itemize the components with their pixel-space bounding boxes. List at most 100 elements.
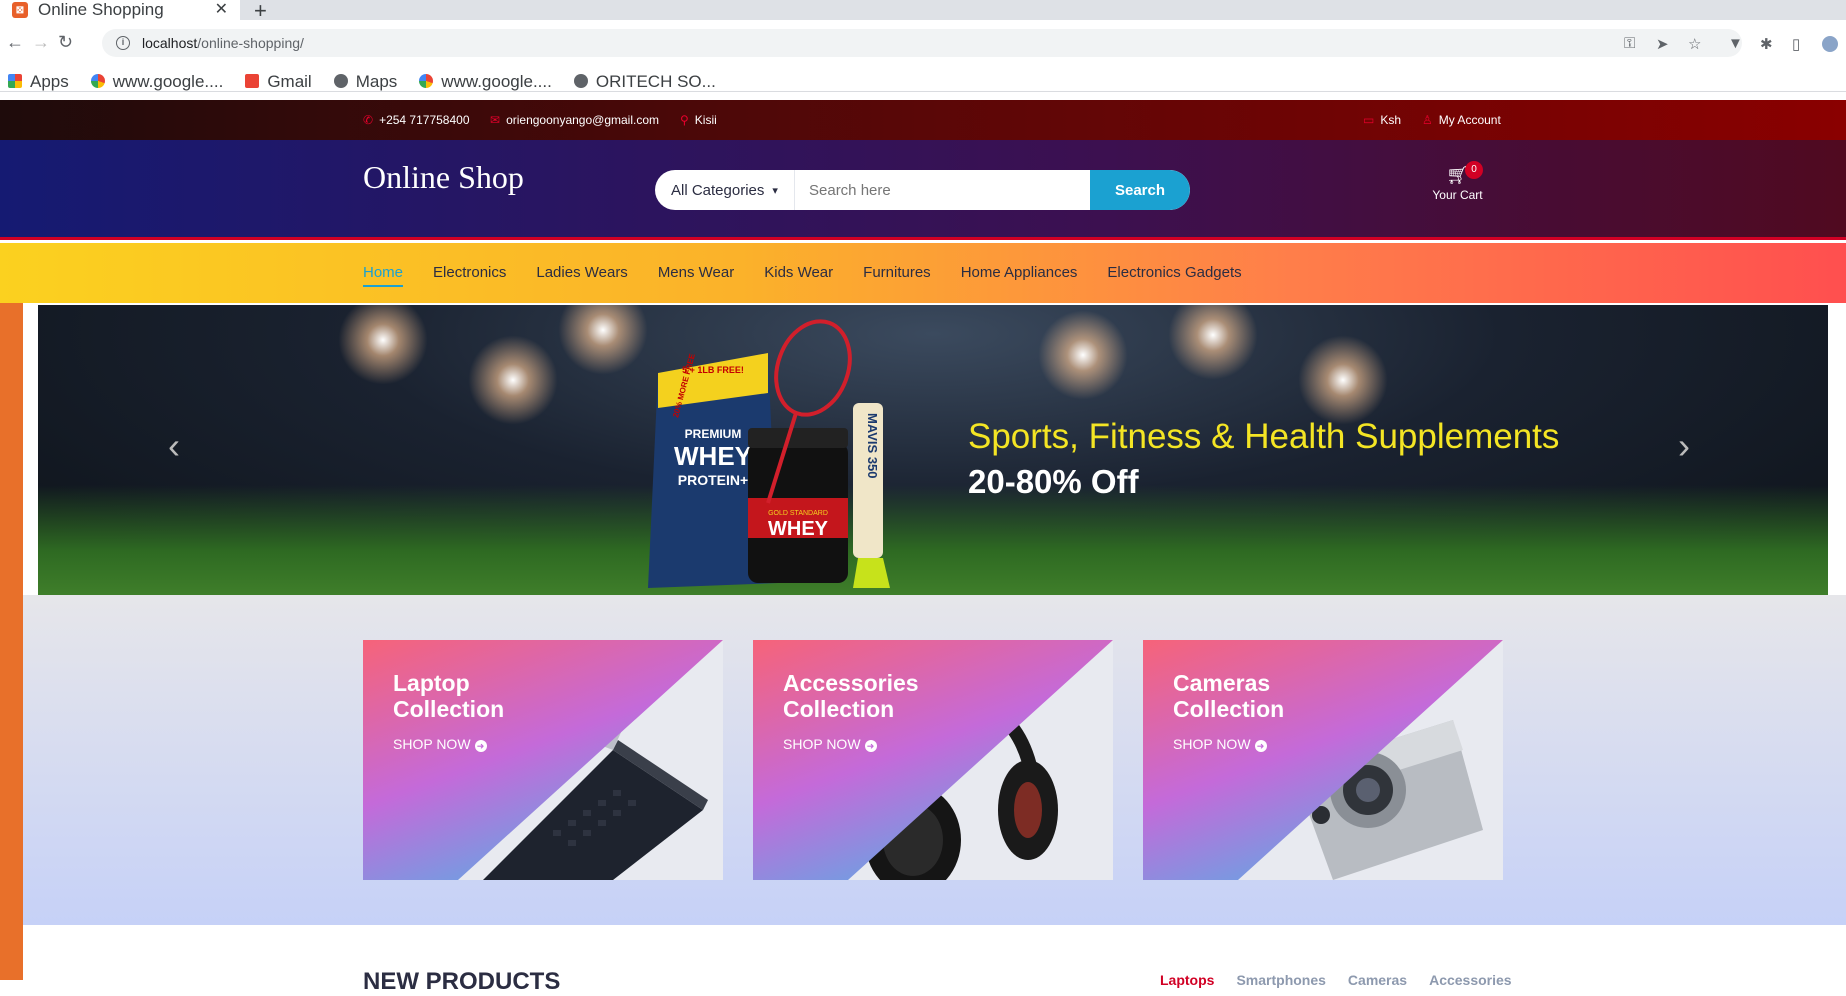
puzzle-icon[interactable]: ✱ xyxy=(1760,35,1773,53)
bookmark-google-1[interactable]: www.google.... xyxy=(90,72,224,92)
cart-button[interactable]: 🛒︎ 0 Your Cart xyxy=(1425,161,1490,202)
currency-link[interactable]: ▭ Ksh xyxy=(1363,113,1401,127)
envelope-icon: ✉ xyxy=(490,113,501,127)
arrow-circle-right-icon: ➜ xyxy=(1254,740,1267,752)
bookmark-label: Apps xyxy=(30,72,69,91)
profile-avatar[interactable] xyxy=(1822,36,1838,52)
money-icon: ▭ xyxy=(1363,113,1375,127)
product-label-mavis: MAVIS 350 xyxy=(865,413,880,479)
new-products-title: NEW PRODUCTS xyxy=(363,968,561,995)
tab-laptops[interactable]: Laptops xyxy=(1160,972,1214,988)
carousel-next-icon[interactable]: › xyxy=(1678,425,1690,467)
bookmark-gmail[interactable]: Gmail xyxy=(245,72,312,92)
bookmark-label: Gmail xyxy=(267,72,312,91)
map-marker-icon: ⚲ xyxy=(680,113,689,127)
product-label-whey-2: WHEY xyxy=(768,518,829,540)
carousel-prev-icon[interactable]: ‹ xyxy=(168,425,180,467)
product-label-gold: GOLD STANDARD xyxy=(768,510,828,517)
user-icon: ♙ xyxy=(1422,113,1433,127)
bookmark-label: www.google.... xyxy=(441,72,552,91)
search-input[interactable] xyxy=(795,170,1090,210)
main-navigation: Home Electronics Ladies Wears Mens Wear … xyxy=(0,243,1846,303)
nav-item-home-appliances[interactable]: Home Appliances xyxy=(961,264,1078,287)
forward-icon[interactable]: → xyxy=(32,32,50,53)
globe-icon xyxy=(573,74,588,88)
account-link[interactable]: ♙ My Account xyxy=(1422,113,1501,127)
hero-banner: 5 + 1LB FREE! 20% MORE FREE PREMIUM WHEY… xyxy=(38,305,1828,595)
collection-title: Laptop Collection xyxy=(393,670,504,722)
key-icon[interactable]: ⚿ xyxy=(1624,35,1635,52)
tab-cameras[interactable]: Cameras xyxy=(1348,972,1407,988)
email-text: oriengoonyango@gmail.com xyxy=(506,113,659,127)
collection-title: Accessories Collection xyxy=(783,670,919,722)
collection-card-cameras[interactable]: Cameras Collection SHOP NOW ➜ xyxy=(1143,640,1503,880)
nav-item-ladies-wears[interactable]: Ladies Wears xyxy=(536,264,627,287)
collection-title: Cameras Collection xyxy=(1173,670,1284,722)
bookmark-oritech[interactable]: ORITECH SO... xyxy=(573,72,716,92)
star-icon[interactable]: ☆ xyxy=(1688,35,1701,53)
stadium-light xyxy=(1298,335,1388,425)
gmail-icon xyxy=(245,74,260,88)
arrow-circle-right-icon: ➜ xyxy=(864,740,877,752)
location-link[interactable]: ⚲ Kisii xyxy=(680,113,717,127)
stadium-light xyxy=(338,305,428,385)
browser-toolbar: ← → ↻ i localhost/online-shopping/ ⚿ ➤ ☆… xyxy=(0,20,1846,92)
grass-field xyxy=(38,485,1828,595)
nav-item-mens-wear[interactable]: Mens Wear xyxy=(658,264,734,287)
product-category-tabs: Laptops Smartphones Cameras Accessories xyxy=(1160,972,1512,988)
bookmark-label: Maps xyxy=(355,72,398,91)
nav-item-kids-wear[interactable]: Kids Wear xyxy=(764,264,833,287)
tab-title: Online Shopping xyxy=(38,0,164,19)
site-logo[interactable]: Online Shop xyxy=(363,159,524,196)
bookmarks-bar: Apps www.google.... Gmail Maps www.googl… xyxy=(8,72,716,92)
category-selected: All Categories xyxy=(671,181,765,199)
stadium-light xyxy=(468,335,558,425)
search-button[interactable]: Search xyxy=(1090,170,1190,210)
shop-now-link[interactable]: SHOP NOW ➜ xyxy=(1173,735,1267,752)
shop-now-label: SHOP NOW xyxy=(1173,736,1251,752)
nav-item-electronics[interactable]: Electronics xyxy=(433,264,506,287)
category-select[interactable]: All Categories ▾ xyxy=(655,170,795,210)
top-contact-bar: ✆ +254 717758400 ✉ oriengoonyango@gmail.co… xyxy=(0,100,1846,140)
nav-item-electronics-gadgets[interactable]: Electronics Gadgets xyxy=(1107,264,1241,287)
nav-item-furnitures[interactable]: Furnitures xyxy=(863,264,931,287)
bookmark-apps[interactable]: Apps xyxy=(8,72,69,92)
back-icon[interactable]: ← xyxy=(6,32,24,53)
bookmark-label: www.google.... xyxy=(112,72,224,91)
tab-accessories[interactable]: Accessories xyxy=(1429,972,1512,988)
stadium-light xyxy=(1038,310,1128,400)
browser-tab-strip: ⊠ Online Shopping ✕ + xyxy=(0,0,1846,23)
collection-title-line2: Collection xyxy=(393,696,505,722)
bookmark-google-2[interactable]: www.google.... xyxy=(419,72,552,92)
reload-icon[interactable]: ↻ xyxy=(58,32,73,53)
collection-card-laptop[interactable]: Laptop Collection SHOP NOW ➜ xyxy=(363,640,723,880)
site-header: Online Shop All Categories ▾ Search 🛒︎ 0 … xyxy=(0,140,1846,240)
bookmark-maps[interactable]: Maps xyxy=(333,72,398,92)
stadium-light xyxy=(1168,305,1258,380)
phone-icon: ✆ xyxy=(363,113,374,127)
address-bar[interactable]: i localhost/online-shopping/ xyxy=(102,29,1742,57)
phone-link[interactable]: ✆ +254 717758400 xyxy=(363,113,470,127)
email-link[interactable]: ✉ oriengoonyango@gmail.com xyxy=(490,113,659,127)
extension-v-icon[interactable]: ▼ xyxy=(1728,35,1743,52)
google-icon xyxy=(90,74,105,88)
collection-card-accessories[interactable]: Accessories Collection SHOP NOW ➜ xyxy=(753,640,1113,880)
left-decor-strip xyxy=(0,303,23,980)
send-icon[interactable]: ➤ xyxy=(1656,35,1669,53)
collection-title-line1: Accessories xyxy=(783,670,919,696)
browser-tab[interactable]: ⊠ Online Shopping ✕ xyxy=(0,0,240,20)
tab-smartphones[interactable]: Smartphones xyxy=(1236,972,1325,988)
favicon-icon: ⊠ xyxy=(12,2,28,18)
nav-item-home[interactable]: Home xyxy=(363,264,404,287)
collection-title-line1: Laptop xyxy=(393,670,470,696)
google-icon xyxy=(419,74,434,88)
shop-now-link[interactable]: SHOP NOW ➜ xyxy=(783,735,877,752)
close-tab-icon[interactable]: ✕ xyxy=(215,0,228,20)
site-info-icon[interactable]: i xyxy=(116,36,130,50)
product-label-protein: PROTEIN+ xyxy=(678,472,748,488)
sidepanel-icon[interactable]: ▯ xyxy=(1792,35,1800,53)
location-text: Kisii xyxy=(694,113,717,127)
shop-now-link[interactable]: SHOP NOW ➜ xyxy=(393,735,487,752)
account-text: My Account xyxy=(1438,113,1501,127)
product-label-whey-1: WHEY xyxy=(674,441,752,471)
